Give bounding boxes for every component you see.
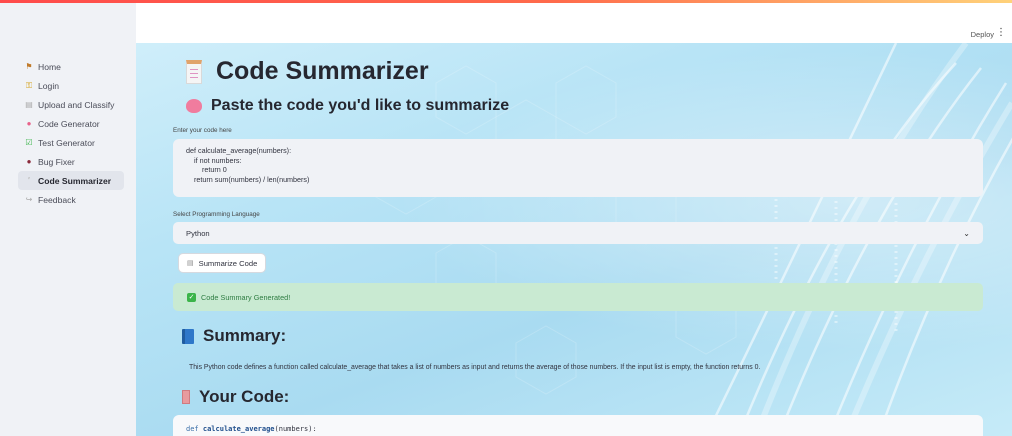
sidebar-item-label: Code Summarizer [38,175,112,186]
language-select-label: Select Programming Language [173,211,260,218]
sidebar-item-home[interactable]: ⚑ Home [18,57,124,76]
code-function-name: calculate_average [202,425,275,433]
title-row: Code Summarizer [186,57,429,86]
code-block: def calculate_average(numbers): [173,415,983,436]
sidebar-item-code-summarizer[interactable]: ′ Code Summarizer [18,171,124,190]
summarize-code-button[interactable]: ▤ Summarize Code [178,253,267,273]
sidebar-item-label: Home [38,61,61,72]
your-code-heading-row: Your Code: [182,387,289,407]
check-box-icon: ✓ [187,292,196,302]
main-content: Code Summarizer Paste the code you'd lik… [136,43,1012,436]
sidebar-item-login[interactable]: ⚿ Login [18,76,124,95]
success-message: Code Summary Generated! [201,292,291,302]
scroll-icon: ′ [28,176,30,185]
sidebar-item-label: Upload and Classify [38,99,115,110]
code-rest: (numbers): [274,425,317,433]
bug-icon: ● [26,157,32,166]
sidebar-item-label: Feedback [38,194,76,205]
speech-bubble-icon: ↪ [25,195,33,204]
code-keyword: def [186,425,199,433]
sidebar-item-code-generator[interactable]: ● Code Generator [18,114,124,133]
key-icon: ⚿ [25,80,33,90]
sidebar-item-upload-and-classify[interactable]: ▤ Upload and Classify [18,95,124,114]
sidebar-item-test-generator[interactable]: ☑ Test Generator [18,133,124,152]
your-code-heading: Your Code: [199,387,290,406]
sidebar-item-label: Bug Fixer [38,156,75,167]
app-header: Deploy ⋮ [136,3,1012,43]
sidebar-item-bug-fixer[interactable]: ● Bug Fixer [18,152,124,171]
vertical-dots-icon[interactable]: ⋮ [996,27,1006,38]
summary-heading: Summary: [203,326,287,345]
summarize-code-button-label: Summarize Code [198,258,258,268]
language-select-value: Python [186,228,210,238]
sidebar-item-label: Code Generator [38,118,100,129]
code-input-textarea[interactable]: def calculate_average(numbers): if not n… [173,139,983,197]
sidebar-item-label: Login [38,80,60,91]
scroll-icon [182,390,190,404]
check-box-icon: ☑ [25,138,33,147]
success-alert: ✓ Code Summary Generated! [173,283,983,311]
sidebar-item-label: Test Generator [38,137,95,148]
language-select[interactable]: Python ⌄ [173,222,983,244]
deploy-button[interactable]: Deploy [971,30,994,39]
chevron-down-icon: ⌄ [963,228,970,238]
brain-icon [186,99,202,113]
summary-text: This Python code defines a function call… [189,364,761,371]
page-title: Code Summarizer [216,57,429,85]
subheading: Paste the code you'd like to summarize [211,97,510,114]
document-icon: ▤ [25,100,33,109]
code-input-label: Enter your code here [173,127,232,134]
summary-heading-row: Summary: [182,326,286,346]
brain-icon: ● [26,119,32,128]
sidebar: ⚑ Home ⚿ Login ▤ Upload and Classify ● C… [0,3,136,436]
scroll-icon [186,59,202,84]
book-icon [182,328,194,344]
subheading-row: Paste the code you'd like to summarize [186,97,509,115]
house-icon: ⚑ [25,62,33,71]
scroll-icon: ▤ [187,260,194,267]
sidebar-item-feedback[interactable]: ↪ Feedback [18,190,124,209]
